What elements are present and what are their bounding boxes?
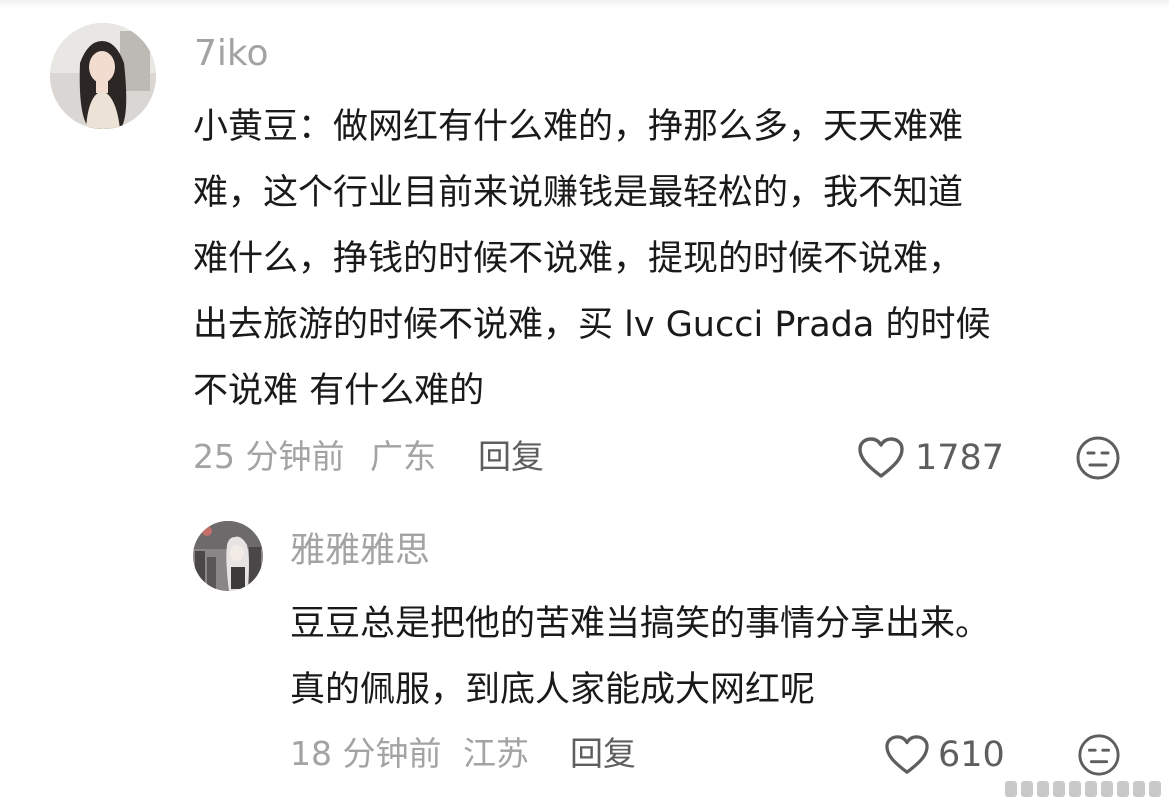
comment-line: 真的佩服，到底人家能成大网红呢: [290, 670, 816, 710]
like-count: 610: [938, 735, 1005, 775]
dislike-icon[interactable]: [1077, 733, 1121, 777]
watermark-icon: [1005, 781, 1161, 797]
heart-icon: [858, 437, 904, 478]
top-divider: [0, 0, 1169, 8]
like-button[interactable]: 1787: [857, 434, 1004, 482]
like-button[interactable]: 610: [884, 731, 1005, 779]
comment-thread: 7iko 小黄豆：做网红有什么难的，挣那么多，天天难难 难，这个行业目前来说赚钱…: [0, 0, 1169, 799]
reply-button[interactable]: 回复: [570, 733, 636, 775]
heart-icon: [885, 735, 929, 774]
comment-line: 豆豆总是把他的苦难当搞笑的事情分享出来。: [290, 604, 991, 644]
user-avatar-icon[interactable]: [193, 521, 263, 591]
username[interactable]: 7iko: [194, 32, 269, 76]
username[interactable]: 雅雅雅思: [290, 529, 430, 573]
dislike-icon[interactable]: [1075, 435, 1121, 481]
comment-line: 小黄豆：做网红有什么难的，挣那么多，天天难难: [193, 107, 964, 147]
comment-line: 难，这个行业目前来说赚钱是最轻松的，我不知道: [193, 173, 964, 213]
comment-line: 出去旅游的时候不说难，买 lv Gucci Prada 的时候: [193, 305, 991, 345]
comment-line: 不说难 有什么难的: [193, 371, 485, 411]
comment-line: 难什么，挣钱的时候不说难，提现的时候不说难，: [193, 239, 964, 279]
comment-time: 25 分钟前: [193, 437, 345, 476]
comment-body: 豆豆总是把他的苦难当搞笑的事情分享出来。 真的佩服，到底人家能成大网红呢: [290, 591, 990, 723]
comment-location: 江苏: [463, 734, 529, 773]
user-avatar-icon[interactable]: [50, 23, 156, 129]
reply-button[interactable]: 回复: [478, 436, 544, 478]
comment-body: 小黄豆：做网红有什么难的，挣那么多，天天难难 难，这个行业目前来说赚钱是最轻松的…: [193, 94, 990, 424]
comment-time: 18 分钟前: [290, 734, 442, 773]
like-count: 1787: [915, 438, 1005, 478]
comment-location: 广东: [370, 437, 436, 476]
